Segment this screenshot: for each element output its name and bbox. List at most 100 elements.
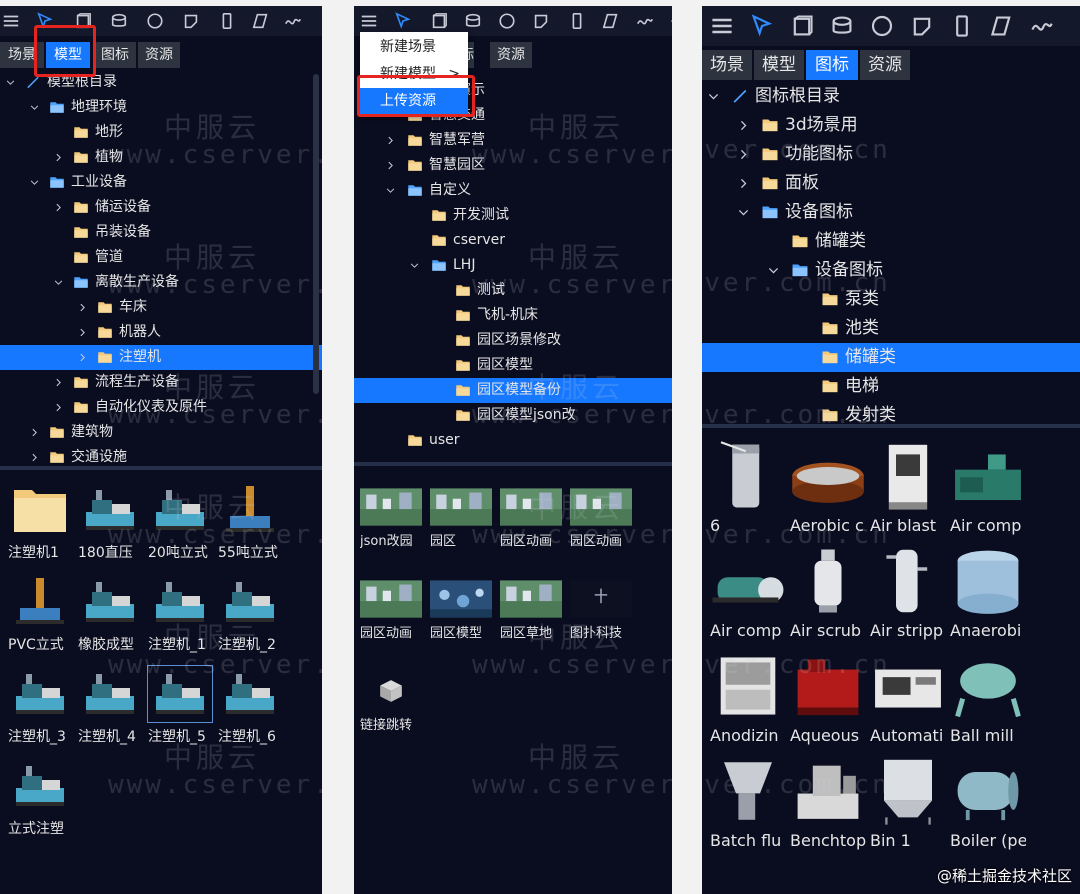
sphere-icon[interactable]	[498, 12, 516, 30]
chevron-down-icon[interactable]	[386, 186, 395, 195]
chevron-right-icon[interactable]	[54, 153, 63, 162]
tree-row[interactable]: 建筑物	[0, 420, 322, 445]
tree-row[interactable]: 设备图标	[702, 256, 1080, 285]
asset-item[interactable]: Air scrub	[790, 545, 866, 640]
tree-row[interactable]: 管道	[0, 245, 322, 270]
chevron-down-icon[interactable]	[738, 207, 749, 218]
tree-row[interactable]: 测试	[354, 278, 672, 303]
cylinder-icon[interactable]	[464, 12, 482, 30]
tree-row[interactable]: 面板	[702, 169, 1080, 198]
asset-item[interactable]: 园区动画	[500, 488, 562, 549]
chevron-down-icon[interactable]	[768, 265, 779, 276]
sphere-icon[interactable]	[146, 12, 164, 30]
pointer-icon[interactable]	[394, 12, 412, 30]
asset-item[interactable]: 注塑机_5	[147, 665, 213, 745]
tree-row[interactable]: 储运设备	[0, 195, 322, 220]
tree-row[interactable]: 植物	[0, 145, 322, 170]
tab-model[interactable]: 模型	[46, 42, 90, 68]
asset-item[interactable]: 6	[710, 440, 786, 535]
panel-icon[interactable]	[568, 12, 586, 30]
cylinder-icon[interactable]	[110, 12, 128, 30]
asset-item[interactable]: 橡胶成型	[78, 574, 142, 653]
menu-icon[interactable]	[360, 12, 378, 30]
asset-item[interactable]: Anodizin	[710, 650, 786, 745]
tree-row[interactable]: 园区模型	[354, 353, 672, 378]
tree-row[interactable]: 离散生产设备	[0, 270, 322, 295]
menu-item-upload-resource[interactable]: 上传资源	[360, 88, 468, 114]
tree-row[interactable]: 工业设备	[0, 170, 322, 195]
chevron-right-icon[interactable]	[78, 328, 87, 337]
asset-item[interactable]: 180直压	[78, 482, 142, 561]
pointer-icon[interactable]	[750, 14, 774, 38]
cube-icon[interactable]	[430, 12, 448, 30]
sphere-icon[interactable]	[870, 14, 894, 38]
chevron-right-icon[interactable]	[738, 149, 749, 160]
asset-item[interactable]: Boiler (pe	[950, 755, 1026, 850]
asset-item[interactable]: 注塑机_6	[218, 666, 282, 745]
chevron-down-icon[interactable]	[410, 261, 419, 270]
asset-item[interactable]: 20吨立式	[148, 482, 212, 561]
tree-row[interactable]: 园区场景修改	[354, 328, 672, 353]
tree-row[interactable]: 智慧军营	[354, 128, 672, 153]
tree-row[interactable]: LHJ	[354, 253, 672, 278]
tree-scrollbar[interactable]	[313, 74, 319, 394]
chevron-right-icon[interactable]	[30, 428, 39, 437]
tree-row[interactable]: 模型根目录	[0, 70, 322, 95]
chevron-down-icon[interactable]	[30, 178, 39, 187]
asset-item[interactable]: Aerobic c	[790, 440, 866, 535]
shape-icon[interactable]	[252, 12, 270, 30]
tree-row[interactable]: 池类	[702, 314, 1080, 343]
chevron-right-icon[interactable]	[78, 303, 87, 312]
tab-scene[interactable]: 场景	[702, 50, 752, 80]
panel-divider[interactable]	[0, 466, 322, 470]
asset-item[interactable]: 链接跳转	[360, 672, 422, 733]
tree-row[interactable]: 开发测试	[354, 203, 672, 228]
asset-item[interactable]: 园区	[430, 488, 492, 549]
chevron-right-icon[interactable]	[54, 378, 63, 387]
asset-item[interactable]: Ball mill	[950, 650, 1026, 745]
cylinder-icon[interactable]	[830, 14, 854, 38]
tree-row[interactable]: 自定义	[354, 178, 672, 203]
tree-row[interactable]: cserver	[354, 228, 672, 253]
pointer-icon[interactable]	[36, 12, 54, 30]
chevron-right-icon[interactable]	[54, 203, 63, 212]
tree-row[interactable]: 地形	[0, 120, 322, 145]
tree-row[interactable]: 电梯	[702, 372, 1080, 401]
menu-item-new-scene[interactable]: 新建场景	[360, 34, 468, 60]
asset-item[interactable]: Bin 1	[870, 755, 946, 850]
asset-item[interactable]: 注塑机_2	[218, 574, 282, 653]
chevron-right-icon[interactable]	[30, 453, 39, 462]
asset-item[interactable]: Air stripp	[870, 545, 946, 640]
tab-icon[interactable]: 图标	[94, 42, 136, 68]
chevron-down-icon[interactable]	[30, 103, 39, 112]
asset-item[interactable]: 注塑机_3	[8, 666, 72, 745]
cube-icon[interactable]	[790, 14, 814, 38]
asset-item[interactable]: PVC立式	[8, 574, 72, 653]
tree-row[interactable]: 功能图标	[702, 140, 1080, 169]
curve-icon[interactable]	[284, 12, 302, 30]
tree-row[interactable]: 3d场景用	[702, 111, 1080, 140]
tree-row[interactable]: 园区模型json改	[354, 403, 672, 428]
tree-row[interactable]: 智慧园区	[354, 153, 672, 178]
tree-row[interactable]: 自动化仪表及原件	[0, 395, 322, 420]
tree-row[interactable]: 注塑机	[0, 345, 322, 370]
asset-item[interactable]: Air comp	[710, 545, 786, 640]
asset-item[interactable]: Benchtop	[790, 755, 866, 850]
asset-item[interactable]: 图扑科技	[570, 580, 632, 641]
tree-row[interactable]: 泵类	[702, 285, 1080, 314]
curve-icon[interactable]	[636, 12, 654, 30]
tab-scene[interactable]: 场景	[0, 42, 44, 68]
chevron-right-icon[interactable]	[386, 136, 395, 145]
panel-divider[interactable]	[702, 424, 1080, 428]
tab-icon[interactable]: 图标	[806, 50, 858, 80]
asset-item[interactable]: Batch flu	[710, 755, 786, 850]
tab-resource[interactable]: 资源	[490, 42, 532, 68]
plane-icon[interactable]	[910, 14, 934, 38]
more-icon[interactable]	[666, 12, 672, 30]
asset-item[interactable]: 园区模型	[430, 580, 492, 641]
asset-item[interactable]: Air blast	[870, 440, 946, 535]
panel-icon[interactable]	[950, 14, 974, 38]
asset-item[interactable]: 园区草地	[500, 580, 562, 641]
tree-row[interactable]: 图标根目录	[702, 82, 1080, 111]
asset-item[interactable]: 立式注塑	[8, 758, 72, 837]
